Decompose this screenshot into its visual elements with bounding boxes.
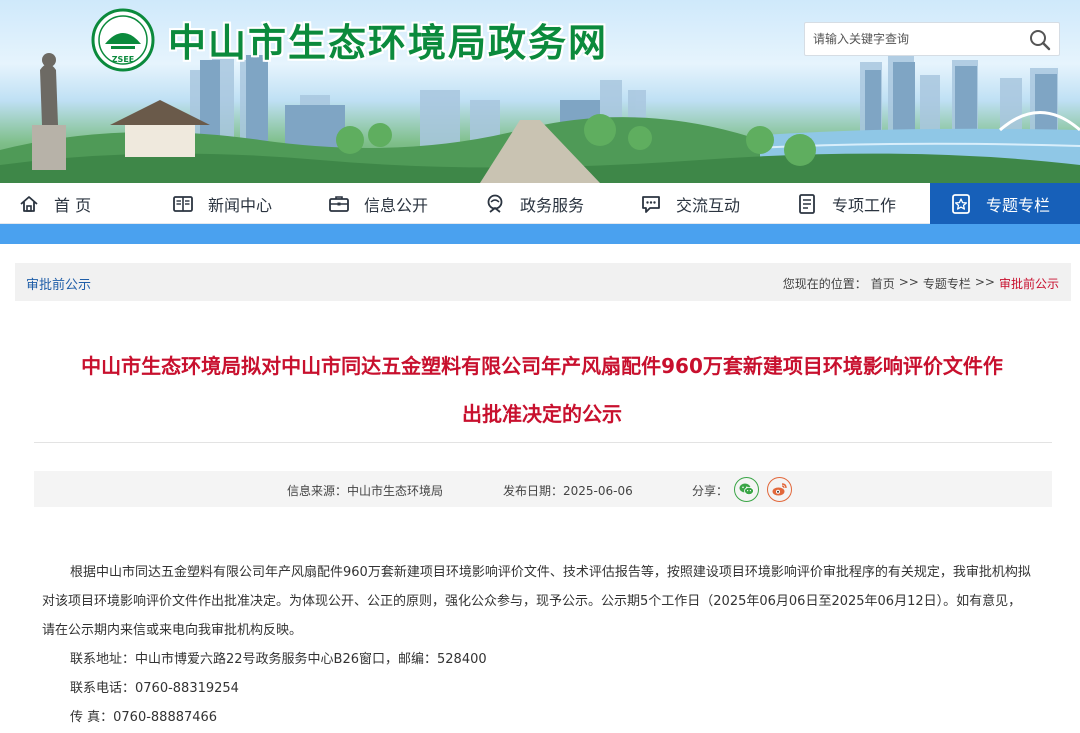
nav-label: 信息公开 — [364, 195, 429, 215]
svg-text:ZSEE: ZSEE — [112, 55, 135, 64]
search-input[interactable] — [805, 23, 1025, 55]
main-nav: 首 页 新闻中心 信息公开 政务服务 交流互动 专项工作 专题专栏 — [0, 183, 1080, 224]
weibo-share-icon[interactable] — [767, 477, 792, 502]
star-badge-icon — [952, 193, 970, 214]
article-source: 信息来源：中山市生态环境局 — [287, 484, 444, 498]
service-icon — [487, 194, 503, 213]
search-box — [804, 22, 1060, 56]
breadcrumb-prefix: 您现在的位置： — [782, 277, 867, 291]
breadcrumb-topics[interactable]: 专题专栏 — [923, 275, 971, 292]
nav-label: 新闻中心 — [208, 195, 273, 215]
article-title-line: 中山市生态环境局拟对中山市同达五金塑料有限公司年产风扇配件960万套新建项目环境… — [81, 354, 1003, 378]
nav-item-service[interactable]: 政务服务 — [484, 183, 584, 224]
nav-item-special-work[interactable]: 专项工作 — [796, 183, 896, 224]
nav-item-interaction[interactable]: 交流互动 — [640, 183, 740, 224]
nav-label: 首 页 — [54, 195, 92, 215]
breadcrumb-separator: >> — [974, 275, 995, 289]
nav-item-info[interactable]: 信息公开 — [328, 183, 428, 224]
section-title: 审批前公示 — [26, 278, 92, 293]
nav-item-topics[interactable]: 专题专栏 — [930, 183, 1080, 224]
home-icon — [20, 195, 38, 212]
breadcrumb-bar: 审批前公示 您现在的位置： 首页 >> 专题专栏 >> 审批前公示 — [15, 263, 1071, 301]
weibo-icon — [772, 483, 787, 496]
chat-icon — [642, 195, 660, 213]
contact-fax: 传 真：0760-88887466 — [70, 710, 218, 725]
article-title-line: 出批准决定的公示 — [462, 402, 622, 426]
breadcrumb-separator: >> — [898, 275, 919, 289]
article-meta: 信息来源：中山市生态环境局 发布日期：2025-06-06 分享： — [34, 471, 1052, 507]
wechat-icon — [739, 483, 754, 495]
document-icon — [799, 193, 815, 214]
news-icon — [173, 195, 193, 212]
contact-address: 联系地址：中山市博爱六路22号政务服务中心B26窗口，邮编：528400 — [70, 652, 487, 667]
article-date: 发布日期：2025-06-06 — [503, 484, 633, 498]
nav-label: 政务服务 — [520, 195, 585, 215]
zsee-logo: ZSEE — [91, 8, 155, 72]
nav-accent-strip — [0, 224, 1080, 244]
nav-label: 专项工作 — [832, 195, 897, 215]
contact-phone: 联系电话：0760-88319254 — [70, 681, 239, 696]
search-icon[interactable] — [1029, 29, 1051, 51]
briefcase-icon — [329, 195, 349, 212]
article-paragraph: 根据中山市同达五金塑料有限公司年产风扇配件960万套新建项目环境影响评价文件、技… — [42, 565, 1031, 638]
nav-label: 交流互动 — [676, 195, 741, 215]
share-label: 分享： — [692, 484, 729, 498]
nav-label: 专题专栏 — [986, 195, 1051, 215]
article-title: 中山市生态环境局拟对中山市同达五金塑料有限公司年产风扇配件960万套新建项目环境… — [34, 342, 1050, 438]
nav-item-news[interactable]: 新闻中心 — [172, 183, 272, 224]
breadcrumb-current[interactable]: 审批前公示 — [999, 275, 1059, 292]
header-banner: ZSEE 中山市生态环境局政务网 — [0, 0, 1080, 183]
article-body: 根据中山市同达五金塑料有限公司年产风扇配件960万套新建项目环境影响评价文件、技… — [42, 558, 1032, 732]
divider — [34, 442, 1052, 443]
site-title: 中山市生态环境局政务网 — [168, 21, 609, 65]
wechat-share-icon[interactable] — [734, 477, 759, 502]
nav-item-home[interactable]: 首 页 — [18, 183, 91, 224]
breadcrumb: 您现在的位置： 首页 >> 专题专栏 >> 审批前公示 — [783, 275, 1059, 292]
breadcrumb-home[interactable]: 首页 — [871, 275, 895, 292]
